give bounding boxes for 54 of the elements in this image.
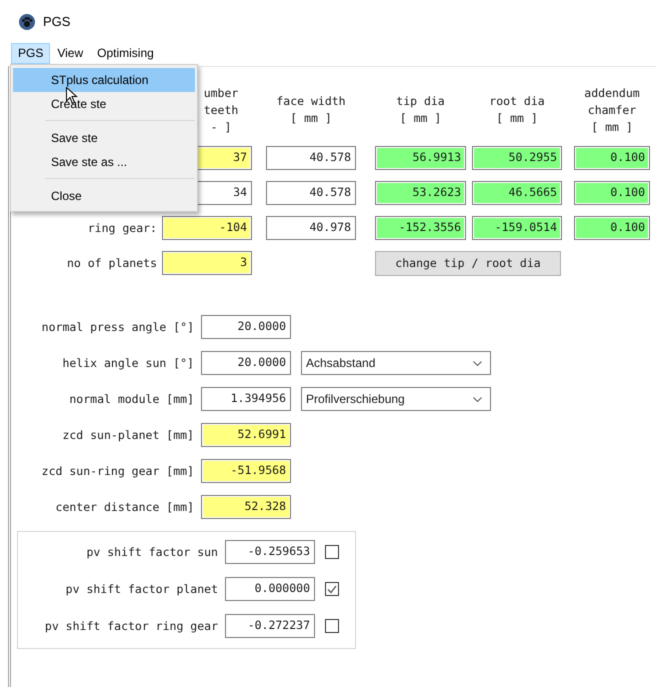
field-label: center distance [mm]: [56, 500, 194, 514]
checkbox[interactable]: [325, 545, 339, 559]
input-field[interactable]: 0.100: [574, 146, 650, 170]
input-field[interactable]: 40.578: [266, 181, 356, 205]
row-label: ring gear:: [88, 221, 157, 235]
row-label: no of planets: [66, 256, 157, 270]
field-label: zcd sun-ring gear [mm]: [42, 464, 194, 478]
input-field[interactable]: 0.000000: [225, 577, 315, 601]
dropdown[interactable]: Profilverschiebung: [301, 387, 491, 411]
input-field[interactable]: 56.9913: [375, 146, 466, 170]
input-field[interactable]: -51.9568: [201, 459, 291, 483]
change-dia-button[interactable]: change tip / root dia: [375, 250, 561, 276]
input-field[interactable]: -0.272237: [225, 614, 315, 638]
column-header: root dia [ mm ]: [488, 93, 546, 127]
input-field[interactable]: 20.0000: [201, 351, 291, 375]
input-field[interactable]: 50.2955: [472, 146, 562, 170]
menu-bar-item[interactable]: PGS: [11, 43, 50, 64]
input-field[interactable]: -0.259653: [225, 540, 315, 564]
input-field[interactable]: 52.328: [201, 495, 291, 519]
column-header: face width [ mm ]: [275, 93, 347, 127]
input-field[interactable]: 1.394956: [201, 387, 291, 411]
input-field[interactable]: 52.6991: [201, 423, 291, 447]
column-header: addendum chamfer [ mm ]: [583, 84, 641, 136]
dropdown[interactable]: Achsabstand: [301, 351, 491, 375]
input-field[interactable]: 46.5665: [472, 181, 562, 205]
chevron-down-icon: [473, 396, 482, 402]
input-field[interactable]: -159.0514: [472, 216, 562, 240]
input-field[interactable]: 0.100: [574, 216, 650, 240]
input-field[interactable]: -152.3556: [375, 216, 466, 240]
window-title: PGS: [43, 14, 70, 29]
column-header: tip dia [ mm ]: [395, 93, 446, 127]
input-field[interactable]: 3: [162, 251, 252, 275]
field-label: pv shift factor sun: [86, 545, 218, 559]
menu-bar-item[interactable]: Optimising: [90, 43, 161, 64]
menu-item[interactable]: Create ste: [13, 92, 195, 116]
input-field[interactable]: -104: [162, 216, 252, 240]
field-label: pv shift factor ring gear: [44, 619, 218, 633]
input-field[interactable]: 53.2623: [375, 181, 466, 205]
field-label: helix angle sun [°]: [62, 356, 194, 370]
input-field[interactable]: 40.978: [266, 216, 356, 240]
field-label: normal module [mm]: [69, 392, 194, 406]
paw-icon: [19, 14, 35, 30]
menu-bar-item[interactable]: View: [50, 43, 90, 64]
column-header: umber teeth - ]: [202, 84, 240, 136]
checkbox[interactable]: [325, 582, 339, 596]
input-field[interactable]: 20.0000: [201, 315, 291, 339]
input-field[interactable]: 0.100: [574, 181, 650, 205]
input-field[interactable]: 40.578: [266, 146, 356, 170]
field-label: zcd sun-planet [mm]: [62, 428, 194, 442]
field-label: pv shift factor planet: [66, 582, 218, 596]
checkbox[interactable]: [325, 619, 339, 633]
field-label: normal press angle [°]: [42, 320, 194, 334]
menu-item[interactable]: STplus calculation: [13, 68, 195, 92]
chevron-down-icon: [473, 360, 482, 366]
